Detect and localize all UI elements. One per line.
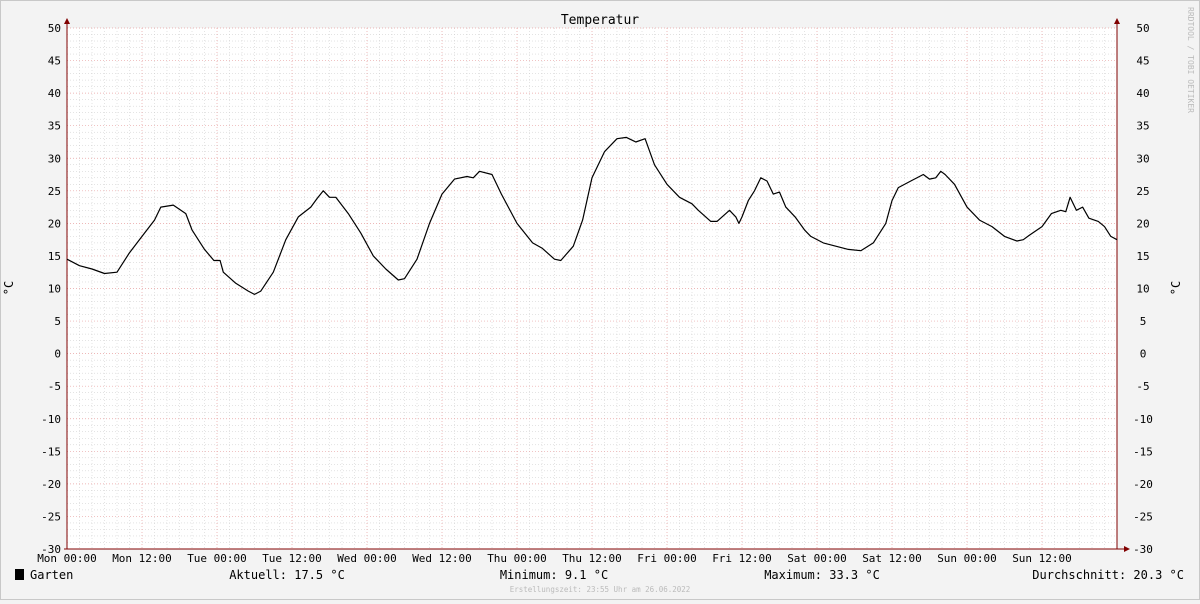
chart-title: Temperatur [561,13,639,28]
temperature-chart: 50 45 40 35 30 25 20 15 10 5 0 -5 -10 -15 -20 -25 -30 50… [0,0,1200,600]
y-axis-label-right: °C [1169,281,1183,295]
x-tick-label: Wed 12:00 [412,552,472,565]
y-tick-label-left: 20 [48,217,61,230]
y-tick-label-right: -5 [1136,380,1149,393]
y-tick-label-left: -20 [41,478,61,491]
y-tick-label-left: 30 [48,152,61,165]
y-tick-label-left: 5 [54,315,61,328]
x-tick-label: Sat 12:00 [862,552,922,565]
x-tick-label: Sun 00:00 [937,552,997,565]
x-tick-label: Tue 00:00 [187,552,247,565]
y-tick-label-left: 15 [48,250,61,263]
y-tick-label-left: 50 [48,22,61,35]
y-tick-label-right: 45 [1136,55,1149,68]
y-tick-label-left: 10 [48,283,61,296]
y-tick-label-right: -10 [1133,413,1153,426]
y-tick-label-right: -30 [1133,543,1153,556]
x-tick-label: Sun 12:00 [1012,552,1072,565]
y-tick-label-right: 5 [1140,315,1147,328]
y-axis-label-left: °C [2,281,16,295]
y-tick-label-left: 0 [54,348,61,361]
y-tick-label-left: -5 [48,380,61,393]
y-tick-label-right: 15 [1136,250,1149,263]
legend-swatch [15,569,24,580]
y-tick-label-right: -25 [1133,510,1153,523]
x-tick-label: Mon 12:00 [112,552,172,565]
x-tick-label: Sat 00:00 [787,552,847,565]
y-tick-label-right: 35 [1136,120,1149,133]
legend-average: Durchschnitt: 20.3 °C [1032,568,1184,582]
y-tick-label-right: 10 [1136,283,1149,296]
y-tick-label-right: 50 [1136,22,1149,35]
y-tick-label-left: -10 [41,413,61,426]
legend-series-label: Garten [30,568,73,582]
y-tick-label-left: -15 [41,445,61,458]
y-tick-label-right: 25 [1136,185,1149,198]
y-tick-label-right: -20 [1133,478,1153,491]
legend-current: Aktuell: 17.5 °C [229,568,345,582]
y-tick-label-left: 45 [48,55,61,68]
y-tick-label-left: 40 [48,87,61,100]
x-tick-label: Tue 12:00 [262,552,322,565]
y-tick-label-right: 30 [1136,152,1149,165]
x-tick-label: Fri 12:00 [712,552,772,565]
y-tick-label-left: 35 [48,120,61,133]
y-tick-label-right: 0 [1140,348,1147,361]
x-tick-label: Mon 00:00 [37,552,97,565]
rrdtool-watermark: RRDTOOL / TOBI OETIKER [1186,7,1195,113]
x-tick-label: Wed 00:00 [337,552,397,565]
chart-svg: 50454035302520151050-5-10-15-20-25-30 50… [0,0,1200,600]
y-tick-label-right: -15 [1133,445,1153,458]
y-tick-label-right: 40 [1136,87,1149,100]
x-tick-label: Thu 12:00 [562,552,622,565]
legend-maximum: Maximum: 33.3 °C [764,568,880,582]
y-tick-label-right: 20 [1136,217,1149,230]
creation-timestamp: Erstellungszeit: 23:55 Uhr am 26.06.2022 [510,585,691,594]
y-tick-label-left: -25 [41,510,61,523]
y-tick-label-left: 25 [48,185,61,198]
legend-minimum: Minimum: 9.1 °C [500,568,608,582]
x-tick-label: Thu 00:00 [487,552,547,565]
x-tick-label: Fri 00:00 [637,552,697,565]
